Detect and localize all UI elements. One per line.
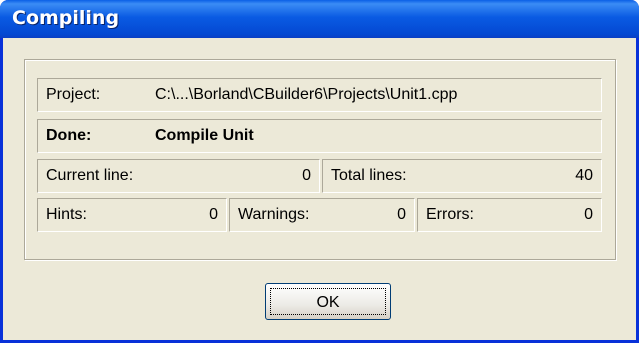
current-line-label: Current line:: [46, 167, 134, 184]
status-value: Compile Unit: [155, 127, 254, 144]
hints-value: 0: [209, 206, 218, 223]
warnings-panel: Warnings: 0: [229, 198, 415, 232]
ok-button[interactable]: OK: [265, 283, 391, 320]
status-label: Done:: [46, 127, 92, 144]
total-lines-label: Total lines:: [331, 167, 407, 184]
warnings-value: 0: [397, 206, 406, 223]
errors-panel: Errors: 0: [417, 198, 602, 232]
total-lines-value: 40: [575, 167, 593, 184]
total-lines-panel: Total lines: 40: [322, 159, 602, 193]
status-panel: Done: Compile Unit: [37, 119, 602, 153]
window-title: Compiling: [12, 7, 120, 29]
errors-value: 0: [584, 206, 593, 223]
project-panel: Project: C:\...\Borland\CBuilder6\Projec…: [37, 78, 602, 112]
warnings-label: Warnings:: [238, 206, 310, 223]
title-bar[interactable]: Compiling: [0, 0, 639, 38]
hints-label: Hints:: [46, 206, 87, 223]
compiling-dialog: Compiling Project: C:\...\Borland\CBuild…: [0, 0, 639, 343]
errors-label: Errors:: [426, 206, 474, 223]
current-line-value: 0: [302, 167, 311, 184]
hints-panel: Hints: 0: [37, 198, 227, 232]
ok-button-label: OK: [316, 293, 340, 311]
compile-info-group: Project: C:\...\Borland\CBuilder6\Projec…: [24, 59, 616, 260]
project-label: Project:: [46, 86, 101, 103]
project-path: C:\...\Borland\CBuilder6\Projects\Unit1.…: [155, 86, 458, 103]
current-line-panel: Current line: 0: [37, 159, 320, 193]
